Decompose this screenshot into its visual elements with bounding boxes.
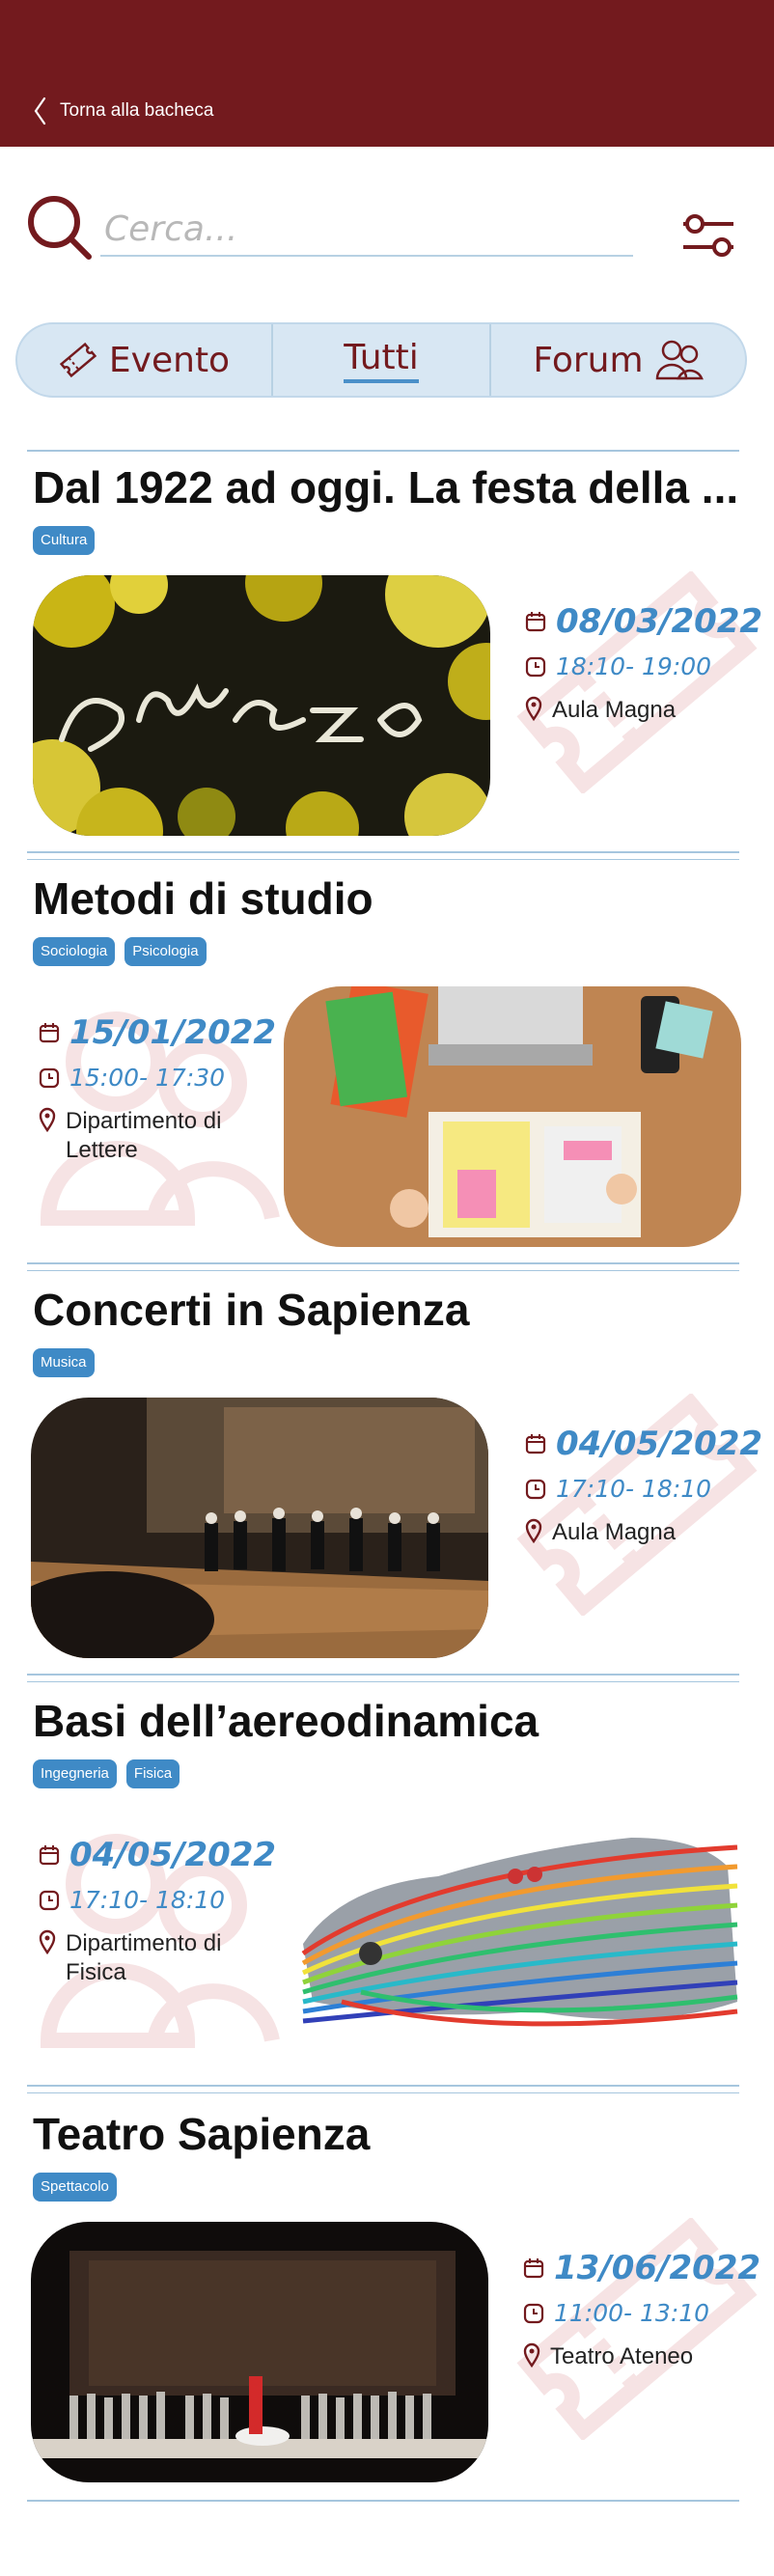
tab-evento-label: Evento: [108, 340, 231, 380]
event-info: 04/05/2022 17:10- 18:10 Dipartimento di …: [39, 1836, 276, 1987]
event-place-row: Aula Magna: [525, 696, 762, 725]
tab-forum[interactable]: Forum: [489, 324, 745, 396]
calendar-icon: [525, 1434, 546, 1454]
clock-icon: [525, 1479, 546, 1499]
clock-icon: [525, 656, 546, 677]
location-pin-icon: [39, 1107, 56, 1132]
users-icon: [655, 340, 704, 380]
tab-bar: Evento Tutti Forum: [15, 322, 747, 398]
location-pin-icon: [525, 1518, 542, 1543]
event-place: Teatro Ateneo: [550, 2343, 694, 2369]
event-title[interactable]: Dal 1922 ad oggi. La festa della ...: [33, 461, 747, 513]
event-time-row: 17:10- 18:10: [39, 1886, 276, 1914]
search-icon[interactable]: [25, 193, 95, 263]
filter-icon[interactable]: [681, 214, 735, 259]
event-time: 15:00- 17:30: [69, 1064, 226, 1092]
event-time-row: 17:10- 18:10: [525, 1475, 762, 1503]
event-info: 04/05/2022 17:10- 18:10 Aula Magna: [525, 1425, 762, 1547]
tag-chip[interactable]: Sociologia: [33, 937, 116, 966]
event-image[interactable]: [31, 2222, 488, 2482]
card-divider: [27, 2092, 739, 2093]
event-date: 04/05/2022: [69, 1836, 277, 1874]
search-input[interactable]: [100, 203, 633, 257]
tab-tutti[interactable]: Tutti: [271, 324, 489, 396]
tab-evento[interactable]: Evento: [17, 324, 271, 396]
event-title[interactable]: Basi dell’aereodinamica: [33, 1695, 747, 1747]
event-date-row: 15/01/2022: [39, 1013, 276, 1052]
event-time-row: 11:00- 13:10: [523, 2299, 760, 2327]
event-time-row: 15:00- 17:30: [39, 1064, 276, 1092]
card-divider: [27, 1270, 739, 1271]
event-tags: Sociologia Psicologia: [33, 937, 207, 966]
event-date-row: 04/05/2022: [39, 1836, 276, 1874]
event-place: Aula Magna: [552, 697, 677, 723]
card-divider: [27, 1681, 739, 1682]
event-image[interactable]: [284, 1809, 741, 2069]
event-tags: Cultura: [33, 526, 96, 555]
location-pin-icon: [523, 2342, 540, 2368]
clock-icon: [523, 2303, 544, 2323]
event-title[interactable]: Teatro Sapienza: [33, 2108, 747, 2160]
tag-chip[interactable]: Fisica: [125, 1759, 180, 1788]
location-pin-icon: [39, 1929, 56, 1954]
card-divider: [27, 1262, 739, 1264]
event-time: 18:10- 19:00: [556, 652, 712, 680]
event-tags: Ingegneria Fisica: [33, 1759, 180, 1788]
event-title[interactable]: Metodi di studio: [33, 873, 747, 925]
tag-chip[interactable]: Musica: [33, 1348, 95, 1377]
event-date: 15/01/2022: [69, 1013, 277, 1052]
event-info: 08/03/2022 18:10- 19:00 Aula Magna: [525, 602, 762, 725]
event-image[interactable]: [284, 986, 741, 1247]
event-time-row: 18:10- 19:00: [525, 652, 762, 680]
tag-chip[interactable]: Psicologia: [124, 937, 207, 966]
tag-chip[interactable]: Cultura: [33, 526, 96, 555]
tab-tutti-label: Tutti: [344, 337, 419, 383]
clock-icon: [39, 1067, 60, 1088]
event-tags: Spettacolo: [33, 2173, 117, 2202]
event-tags: Musica: [33, 1348, 95, 1377]
event-info: 13/06/2022 11:00- 13:10 Teatro Ateneo: [523, 2249, 760, 2371]
tab-forum-label: Forum: [533, 340, 644, 380]
card-divider: [27, 1674, 739, 1676]
back-label: Torna alla bacheca: [60, 100, 214, 121]
calendar-icon: [39, 1845, 60, 1866]
event-date-row: 04/05/2022: [525, 1425, 762, 1463]
event-place-row: Dipartimento di Lettere: [39, 1107, 276, 1165]
event-place: Aula Magna: [552, 1519, 677, 1545]
event-date-row: 13/06/2022: [523, 2249, 760, 2287]
back-button[interactable]: Torna alla bacheca: [33, 95, 214, 127]
event-title[interactable]: Concerti in Sapienza: [33, 1284, 747, 1336]
event-place-row: Aula Magna: [525, 1518, 762, 1547]
event-image[interactable]: [33, 575, 490, 836]
tag-chip[interactable]: Spettacolo: [33, 2173, 117, 2202]
app-header: Torna alla bacheca: [0, 0, 774, 147]
event-place: Dipartimento di Lettere: [66, 1108, 222, 1163]
card-divider: [27, 450, 739, 452]
event-date: 04/05/2022: [556, 1425, 763, 1463]
event-place: Dipartimento di Fisica: [66, 1930, 222, 1985]
calendar-icon: [39, 1023, 60, 1043]
event-time: 17:10- 18:10: [556, 1475, 712, 1503]
location-pin-icon: [525, 696, 542, 721]
calendar-icon: [523, 2258, 544, 2279]
event-date: 08/03/2022: [556, 602, 763, 641]
event-time: 17:10- 18:10: [69, 1886, 226, 1914]
event-date: 13/06/2022: [554, 2249, 761, 2287]
card-divider: [27, 2500, 739, 2502]
card-divider: [27, 2085, 739, 2087]
card-divider: [27, 851, 739, 853]
chevron-left-icon: [34, 97, 46, 125]
event-info: 15/01/2022 15:00- 17:30 Dipartimento di …: [39, 1013, 276, 1165]
event-time: 11:00- 13:10: [554, 2299, 710, 2327]
clock-icon: [39, 1890, 60, 1910]
event-image[interactable]: [31, 1398, 488, 1658]
event-place-row: Teatro Ateneo: [523, 2342, 760, 2371]
card-divider: [27, 859, 739, 860]
ticket-icon: [59, 342, 97, 378]
event-place-row: Dipartimento di Fisica: [39, 1929, 276, 1987]
tag-chip[interactable]: Ingegneria: [33, 1759, 117, 1788]
event-date-row: 08/03/2022: [525, 602, 762, 641]
calendar-icon: [525, 612, 546, 632]
